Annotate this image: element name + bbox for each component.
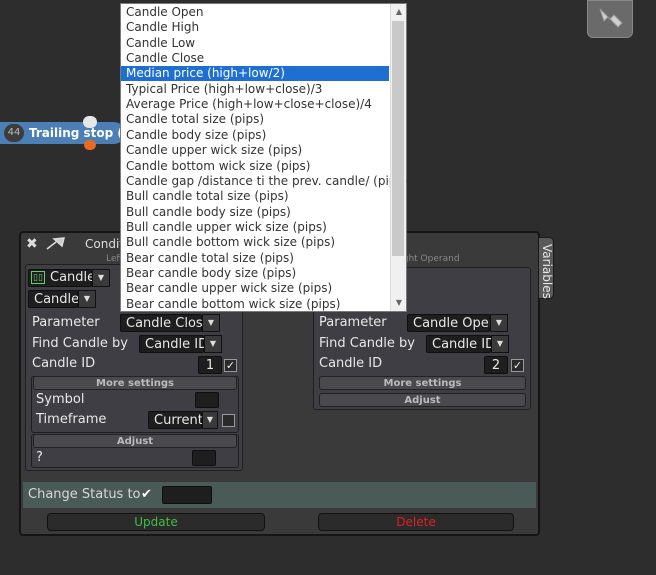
find-candle-select[interactable]: Candle ID [426,335,495,353]
symbol-input[interactable] [195,392,219,408]
pin-icon[interactable] [46,236,68,254]
parameter-select[interactable]: Candle Open [407,314,497,332]
update-button[interactable]: Update [47,513,265,531]
change-status-input[interactable] [162,486,212,504]
find-candle-select[interactable]: Candle ID [139,335,208,353]
dropdown-option[interactable]: Candle upper wick size (pips) [121,143,389,158]
adjust-value-label: ? [36,450,43,465]
dropdown-option[interactable]: Median price (high+low/2) [121,66,389,82]
dropdown-option[interactable]: Bull candle total size (pips) [121,189,389,204]
dropdown-option[interactable]: Bull candle upper wick size (pips) [121,220,389,235]
input-connector[interactable] [83,116,97,128]
operand-subtype-select[interactable]: Candle [28,290,79,308]
block-label[interactable]: Trailing stop (ea [29,124,129,142]
timeframe-select[interactable]: Current [148,411,203,429]
scroll-down-icon[interactable]: ▼ [391,298,407,307]
find-candle-label: Find Candle by [32,336,128,351]
scroll-up-icon[interactable]: ▲ [391,7,407,16]
dropdown-option[interactable]: Bear candle body size (pips) [121,266,389,281]
delete-button[interactable]: Delete [318,513,514,531]
change-status-checkbox[interactable]: ✔ [141,487,152,502]
parameter-label: Parameter [32,315,100,330]
scrollbar-thumb[interactable] [392,21,404,256]
dropdown-option[interactable]: Candle High [121,20,389,35]
candle-id-checkbox[interactable]: ✓ [511,359,524,372]
dropdown-option[interactable]: Candle Open [121,5,389,20]
chevron-down-icon[interactable]: ▼ [491,335,509,353]
more-settings-button[interactable]: More settings [319,376,526,390]
dropdown-option[interactable]: Candle Low [121,36,389,51]
chevron-down-icon[interactable]: ▼ [92,269,110,287]
operand-type-value: Candle [50,270,96,285]
dropdown-option[interactable]: Bull candle bottom wick size (pips) [121,235,389,250]
symbol-label: Symbol [36,392,85,407]
more-settings-button[interactable]: More settings [33,376,237,390]
dropdown-option[interactable]: Candle body size (pips) [121,128,389,143]
chevron-down-icon[interactable]: ▼ [202,411,218,429]
timeframe-label: Timeframe [36,412,107,427]
variables-tab-label[interactable]: Variables [538,244,554,299]
adjust-button[interactable]: Adjust [33,434,237,448]
parameter-dropdown-list: Candle Open Candle High Candle Low Candle C… [120,3,407,312]
dropdown-option[interactable]: Bear candle upper wick size (pips) [121,281,389,296]
candle-id-label: Candle ID [319,356,383,371]
candle-id-input[interactable]: 1 [198,356,222,374]
adjust-button[interactable]: Adjust [319,393,526,407]
update-button-label: Update [134,515,178,529]
dropdown-option[interactable]: Typical Price (high+low+close)/3 [121,82,389,97]
wrench-icon[interactable] [587,0,633,38]
chevron-down-icon[interactable]: ▼ [78,290,96,308]
dropdown-option[interactable]: Candle gap /distance ti the prev. candle… [121,174,407,189]
change-status-label: Change Status to [28,487,141,502]
chevron-down-icon[interactable]: ▼ [202,314,220,332]
block-number: 44 [4,124,24,142]
parameter-label: Parameter [319,315,387,330]
delete-button-label: Delete [396,515,436,529]
dropdown-option[interactable]: Bull candle body size (pips) [121,205,389,220]
chevron-down-icon[interactable]: ▼ [204,335,222,353]
dropdown-option[interactable]: Candle bottom wick size (pips) [121,159,389,174]
dropdown-option[interactable]: Candle Close [121,51,389,66]
candle-id-label: Candle ID [32,356,96,371]
chevron-down-icon[interactable]: ▼ [490,314,508,332]
dropdown-option[interactable]: Bear candle bottom wick size (pips) [121,297,389,312]
adjust-input[interactable] [192,450,216,466]
candle-id-input[interactable]: 2 [484,356,508,374]
parameter-select[interactable]: Candle Close [120,314,211,332]
timeframe-checkbox[interactable] [222,414,235,427]
output-connector[interactable] [84,140,96,150]
dropdown-option[interactable]: Candle total size (pips) [121,112,389,127]
dropdown-option[interactable]: Average Price (high+low+close+close)/4 [121,97,389,112]
dropdown-option[interactable]: Bear candle total size (pips) [121,251,389,266]
close-icon[interactable]: ✖ [26,236,38,252]
candle-id-checkbox[interactable]: ✓ [224,359,237,372]
find-candle-label: Find Candle by [319,336,415,351]
candle-icon: ▯▯ [31,271,45,284]
